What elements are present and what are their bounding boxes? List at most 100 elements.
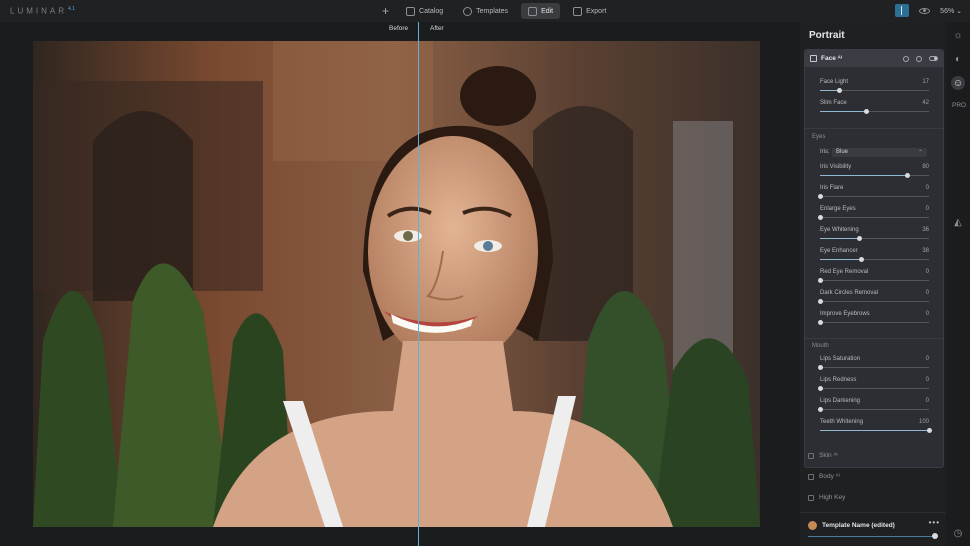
eye-icon[interactable]: [919, 7, 931, 14]
slider-track[interactable]: [818, 299, 929, 304]
slider-value: 36: [922, 227, 929, 233]
high-key-label: High Key: [819, 494, 846, 501]
slider-label: Lips Redness: [820, 377, 857, 383]
slider-slim-face[interactable]: Slim Face 42: [820, 100, 929, 116]
slider-track[interactable]: [818, 215, 929, 220]
pro-label[interactable]: PRO: [952, 102, 966, 109]
template-amount-knob[interactable]: [932, 533, 938, 539]
tab-catalog[interactable]: Catalog: [399, 3, 450, 19]
slider-eye-enhancer[interactable]: Eye Enhancer 38: [820, 248, 929, 264]
smile-icon[interactable]: ☺: [951, 76, 965, 90]
slider-fill: [820, 259, 862, 260]
slider-track[interactable]: [820, 109, 929, 114]
slider-label: Face Light: [820, 79, 849, 85]
slider-lips-saturation[interactable]: Lips Saturation 0: [818, 356, 929, 372]
tab-edit-label: Edit: [541, 7, 554, 15]
slider-label: Enlarge Eyes: [820, 206, 856, 212]
slider-label: Lips Saturation: [820, 356, 861, 362]
face-icon: [810, 55, 817, 62]
more-options-icon[interactable]: •••: [929, 518, 940, 527]
slider-eye-whitening[interactable]: Eye Whitening 36: [820, 227, 929, 243]
slider-track[interactable]: [818, 365, 929, 370]
tab-edit[interactable]: Edit: [521, 3, 561, 19]
photo-canvas[interactable]: [33, 41, 760, 527]
main-nav: + Catalog Templates Edit Export: [378, 3, 613, 19]
chevron-updown-icon: ⌃: [917, 150, 923, 156]
slider-knob[interactable]: [905, 173, 911, 178]
slider-track[interactable]: [818, 407, 929, 412]
template-amount-track[interactable]: [808, 536, 935, 537]
sliders-icon: [528, 6, 538, 16]
slider-track[interactable]: [818, 320, 929, 325]
slider-track[interactable]: [818, 194, 929, 199]
slider-red-eye-removal[interactable]: Red Eye Removal 0: [818, 269, 929, 285]
slider-knob[interactable]: [818, 320, 823, 325]
slider-face-light[interactable]: Face Light 17: [820, 79, 929, 95]
slider-track[interactable]: [818, 278, 929, 283]
slider-value: 0: [925, 398, 929, 404]
slider-knob[interactable]: [818, 386, 823, 391]
divider: [805, 338, 943, 339]
slider-fill: [820, 90, 839, 91]
export-icon: [573, 6, 583, 16]
slider-knob[interactable]: [927, 428, 932, 433]
slider-teeth-whitening[interactable]: Teeth Whitening 100: [820, 419, 932, 435]
history-icon[interactable]: ◷: [951, 526, 965, 540]
slider-knob[interactable]: [818, 278, 823, 283]
slider-track[interactable]: [820, 173, 929, 178]
slider-dark-circles-removal[interactable]: Dark Circles Removal 0: [818, 290, 929, 306]
iris-color-select[interactable]: Blue ⌃: [832, 148, 927, 157]
slider-track[interactable]: [820, 428, 932, 433]
slider-value: 0: [925, 356, 929, 362]
body-ai-tool[interactable]: Body ᴬᴵ: [808, 473, 840, 480]
tab-templates[interactable]: Templates: [456, 3, 515, 19]
slider-enlarge-eyes[interactable]: Enlarge Eyes 0: [818, 206, 929, 222]
undo-icon[interactable]: [903, 55, 909, 62]
slider-value: 0: [925, 311, 929, 317]
slider-knob[interactable]: [818, 194, 823, 199]
iris-row: Iris: Blue ⌃: [820, 148, 929, 158]
slider-track[interactable]: [818, 386, 929, 391]
slider-lips-darkening[interactable]: Lips Darkening 0: [818, 398, 929, 414]
skin-ai-tool[interactable]: Skin ᴬᴵ: [808, 452, 837, 459]
reset-icon[interactable]: [916, 55, 922, 62]
slider-label: Red Eye Removal: [820, 269, 869, 275]
face-card-header[interactable]: Face ᴬᴵ: [805, 50, 943, 67]
slider-iris-flare[interactable]: Iris Flare 0: [818, 185, 929, 201]
iris-label: Iris:: [820, 149, 830, 155]
portrait-panel: Portrait Face ᴬᴵ Face Light 17 Slim Face 42…: [800, 22, 946, 546]
slider-knob[interactable]: [818, 365, 823, 370]
slider-iris-visibility[interactable]: Iris Visibility 80: [820, 164, 929, 180]
slider-knob[interactable]: [818, 299, 823, 304]
high-key-tool[interactable]: High Key: [808, 494, 845, 501]
slider-fill: [820, 175, 908, 176]
face-card-title: Face ᴬᴵ: [821, 55, 842, 62]
slider-improve-eyebrows[interactable]: Improve Eyebrows 0: [818, 311, 929, 327]
add-button[interactable]: +: [378, 3, 393, 19]
slider-value: 0: [925, 377, 929, 383]
slider-fill: [820, 238, 860, 239]
tab-export[interactable]: Export: [566, 3, 613, 19]
zoom-dropdown[interactable]: 56% ⌄: [940, 7, 962, 15]
mouth-section-label: Mouth: [812, 343, 829, 349]
slider-knob[interactable]: [857, 236, 863, 241]
slider-knob[interactable]: [863, 109, 869, 114]
slider-knob[interactable]: [859, 257, 865, 262]
slider-knob[interactable]: [818, 407, 823, 412]
slider-knob[interactable]: [836, 88, 842, 93]
view-controls: 56% ⌄: [895, 4, 962, 17]
slider-track[interactable]: [820, 88, 929, 93]
brush-icon[interactable]: ◭: [951, 215, 965, 229]
slider-lips-redness[interactable]: Lips Redness 0: [818, 377, 929, 393]
sun-icon[interactable]: ☼: [951, 28, 965, 42]
slider-knob[interactable]: [818, 215, 823, 220]
skin-icon: [808, 452, 814, 459]
tab-catalog-label: Catalog: [419, 7, 444, 15]
slider-track[interactable]: [820, 236, 929, 241]
face-ai-card: Face ᴬᴵ Face Light 17 Slim Face 42 Eyes Iri…: [804, 49, 944, 468]
split-divider[interactable]: [418, 22, 419, 546]
visibility-toggle-icon[interactable]: [929, 56, 938, 61]
slider-track[interactable]: [820, 257, 929, 262]
compare-toggle-icon[interactable]: [895, 4, 910, 17]
palette-icon[interactable]: ◐: [951, 52, 965, 66]
